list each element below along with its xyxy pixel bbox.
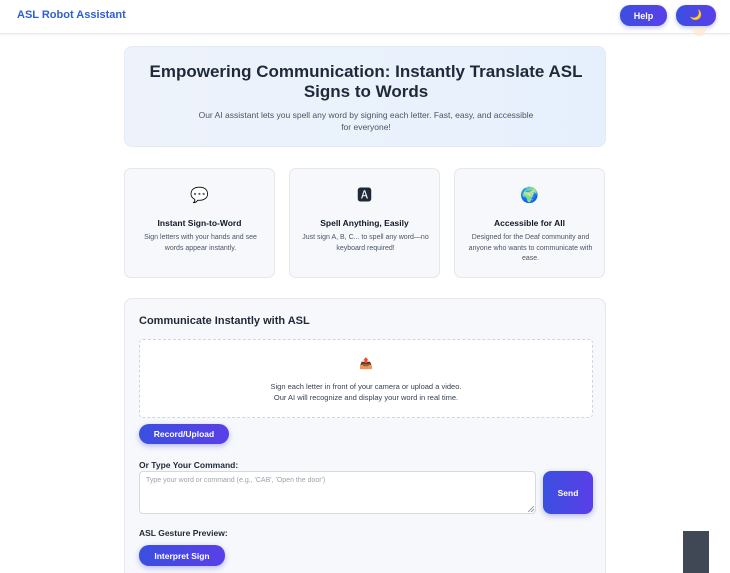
- interpret-sign-button[interactable]: Interpret Sign: [139, 545, 225, 566]
- moon-icon: 🌙: [689, 10, 703, 21]
- feature-card-instant-sign: 💬 Instant Sign-to-Word Sign letters with…: [124, 168, 275, 278]
- hero-subtitle: Our AI assistant lets you spell any word…: [198, 110, 534, 132]
- feature-card-accessible: 🌍 Accessible for All Designed for the De…: [454, 168, 605, 278]
- dropzone-note: Our AI will recognize and display your w…: [273, 393, 459, 402]
- feature-title: Spell Anything, Easily: [320, 218, 409, 228]
- feature-description: Just sign A, B, C... to spell any word—n…: [302, 234, 429, 252]
- sun-icon: [692, 28, 706, 36]
- panel-title: Communicate Instantly with ASL: [139, 315, 310, 327]
- feature-description: Designed for the Deaf community and anyo…: [468, 234, 593, 262]
- theme-toggle-button[interactable]: 🌙: [676, 5, 716, 26]
- letter-a-icon: 🅰: [356, 186, 372, 204]
- top-navbar: ASL Robot Assistant Help 🌙: [0, 0, 730, 34]
- video-dropzone[interactable]: 📤 Sign each letter in front of your came…: [139, 339, 593, 418]
- command-label: Or Type Your Command:: [139, 460, 239, 470]
- upload-icon: 📤: [359, 357, 373, 370]
- feature-title: Instant Sign-to-Word: [157, 218, 242, 228]
- speech-bubble-icon: 💬: [190, 186, 209, 204]
- hero-banner: Empowering Communication: Instantly Tran…: [124, 46, 606, 147]
- hero-title: Empowering Communication: Instantly Tran…: [149, 62, 583, 101]
- side-panel-tab[interactable]: [683, 531, 709, 573]
- brand-title[interactable]: ASL Robot Assistant: [17, 9, 126, 21]
- globe-icon: 🌍: [520, 186, 539, 204]
- feature-title: Accessible for All: [493, 218, 566, 228]
- dropzone-instruction: Sign each letter in front of your camera…: [270, 382, 462, 391]
- record-upload-button[interactable]: Record/Upload: [139, 424, 229, 444]
- command-input[interactable]: [139, 471, 536, 514]
- communicate-panel: Communicate Instantly with ASL 📤 Sign ea…: [124, 298, 606, 573]
- gesture-preview-label: ASL Gesture Preview:: [139, 528, 228, 538]
- send-button[interactable]: Send: [543, 471, 593, 514]
- resize-handle-icon[interactable]: [528, 506, 534, 512]
- feature-description: Sign letters with your hands and see wor…: [144, 234, 257, 252]
- feature-card-spell-anything: 🅰 Spell Anything, Easily Just sign A, B,…: [289, 168, 440, 278]
- help-button[interactable]: Help: [620, 5, 667, 26]
